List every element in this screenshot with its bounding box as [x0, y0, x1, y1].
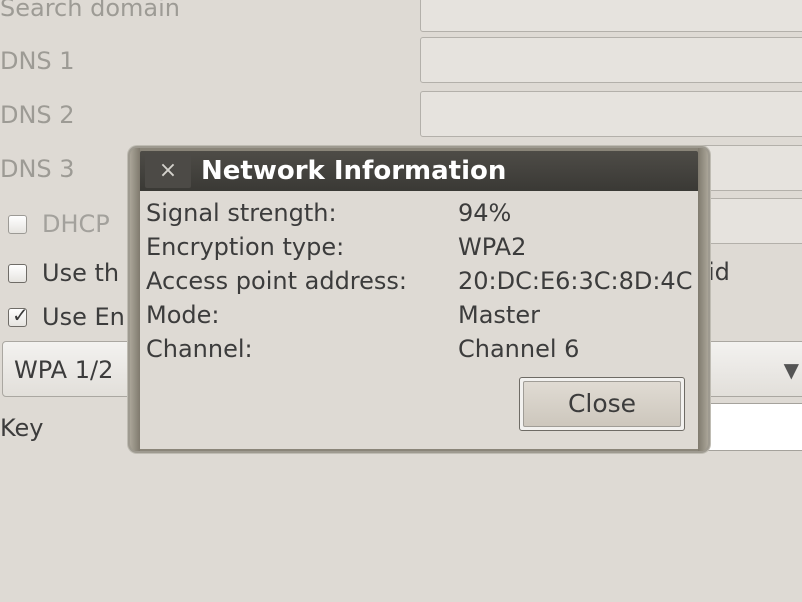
info-label: Access point address: — [146, 267, 407, 295]
dialog-border-right — [698, 148, 708, 451]
info-label: Mode: — [146, 301, 220, 329]
close-icon[interactable]: × — [145, 154, 191, 188]
info-value: WPA2 — [458, 233, 527, 261]
use-hidden-checkbox[interactable] — [8, 263, 27, 283]
dns1-field[interactable] — [420, 37, 802, 83]
encryption-select-value: WPA 1/2 — [14, 356, 114, 384]
use-hidden-row[interactable]: Use th — [8, 261, 119, 285]
dialog-title: Network Information — [201, 156, 507, 186]
dropdown-arrow-icon: ▼ — [783, 358, 799, 382]
channel-row: Channel: Channel 6 — [146, 335, 579, 363]
access-point-address-row: Access point address: 20:DC:E6:3C:8D:4C — [146, 267, 692, 295]
info-value: 94% — [458, 199, 512, 227]
close-button[interactable]: Close — [519, 377, 685, 431]
checkmark-icon: ✓ — [12, 302, 29, 327]
search-domain-label: Search domain — [0, 0, 180, 22]
dialog-titlebar[interactable]: × Network Information — [140, 151, 698, 191]
info-value: 20:DC:E6:3C:8D:4C — [458, 267, 693, 295]
dhcp-checkbox[interactable] — [8, 214, 27, 234]
network-information-dialog: × Network Information Signal strength: 9… — [128, 146, 710, 453]
info-value: Master — [458, 301, 540, 329]
key-label: Key — [0, 414, 44, 442]
info-label: Signal strength: — [146, 199, 337, 227]
use-encryption-row[interactable]: ✓ Use En — [8, 305, 125, 329]
dhcp-label: DHCP — [42, 210, 110, 238]
dhcp-row[interactable]: DHCP — [8, 212, 110, 236]
use-encryption-label: Use En — [42, 303, 125, 331]
info-label: Channel: — [146, 335, 253, 363]
dns3-label: DNS 3 — [0, 155, 75, 183]
close-button-label: Close — [523, 381, 681, 427]
use-encryption-checkbox[interactable]: ✓ — [8, 302, 29, 327]
dns2-label: DNS 2 — [0, 101, 75, 129]
dns1-label: DNS 1 — [0, 47, 75, 75]
search-domain-field[interactable] — [420, 0, 802, 32]
info-label: Encryption type: — [146, 233, 345, 261]
info-value: Channel 6 — [458, 335, 580, 363]
use-hidden-label: Use th — [42, 259, 120, 287]
dns2-field[interactable] — [420, 91, 802, 137]
mode-row: Mode: Master — [146, 301, 540, 329]
encryption-type-row: Encryption type: WPA2 — [146, 233, 526, 261]
dialog-border-left — [130, 148, 140, 451]
signal-strength-row: Signal strength: 94% — [146, 199, 511, 227]
ssid-label-tail: id — [708, 258, 730, 286]
dialog-content: Signal strength: 94% Encryption type: WP… — [140, 191, 698, 449]
